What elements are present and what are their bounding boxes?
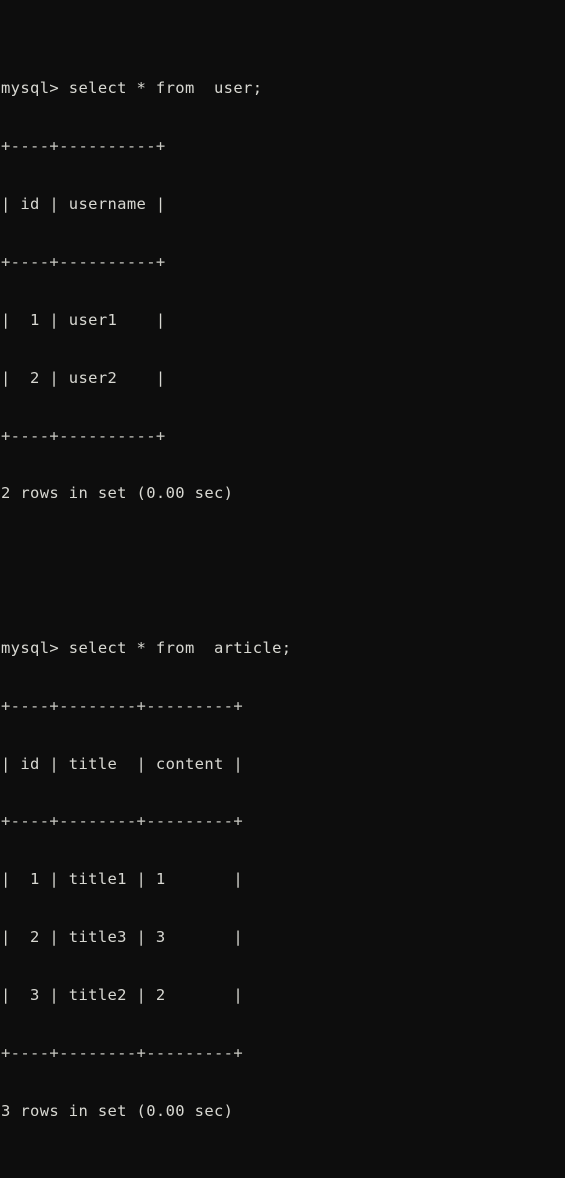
table-row: | 1 | title1 | 1 | [1, 870, 244, 889]
table-header-user: | id | username | [1, 194, 166, 213]
command-line-article: mysql> select * from article; [1, 638, 292, 657]
command-line-user: mysql> select * from user; [1, 79, 263, 98]
table-separator-mid-article: +----+--------+---------+ [1, 812, 244, 831]
table-separator-bottom-user: +----+----------+ [1, 426, 166, 445]
table-separator-top-user: +----+----------+ [1, 137, 166, 156]
table-header-article: | id | title | content | [1, 754, 244, 773]
table-row: | 2 | user2 | [1, 368, 166, 387]
status-line-user: 2 rows in set (0.00 sec) [1, 484, 234, 503]
status-line-article: 3 rows in set (0.00 sec) [1, 1101, 234, 1120]
table-row: | 2 | title3 | 3 | [1, 928, 244, 947]
table-separator-mid-user: +----+----------+ [1, 252, 166, 271]
table-separator-bottom-article: +----+--------+---------+ [1, 1044, 244, 1063]
table-separator-top-article: +----+--------+---------+ [1, 696, 244, 715]
table-row: | 3 | title2 | 2 | [1, 986, 244, 1005]
table-row: | 1 | user1 | [1, 310, 166, 329]
terminal-output-pane[interactable]: mysql> select * from user; +----+-------… [0, 0, 565, 1120]
